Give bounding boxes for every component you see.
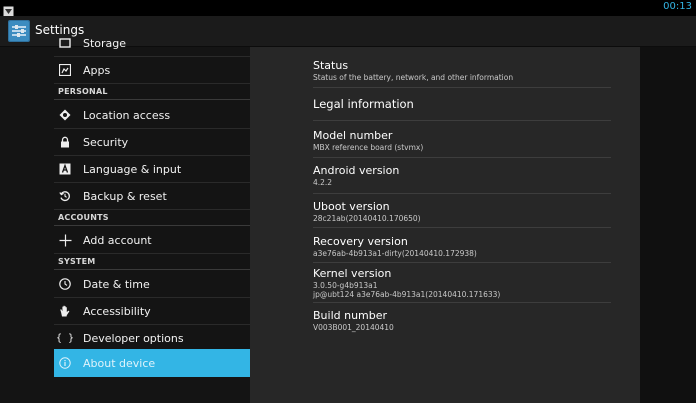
apps-icon [58,63,72,77]
backup-icon [58,189,72,203]
section-header-accounts: ACCOUNTS [54,210,250,226]
row-title: Model number [313,129,393,142]
sidebar-item-accessibility[interactable]: Accessibility [54,298,250,325]
sidebar-item-security[interactable]: Security [54,129,250,156]
row-summary: Status of the battery, network, and othe… [313,73,514,82]
row-summary: MBX reference board (stvmx) [313,143,424,152]
sidebar-item-label: Backup & reset [83,189,167,203]
about-row-model[interactable]: Model number MBX reference board (stvmx) [313,129,611,158]
sidebar-item-label: Storage [83,36,127,50]
sidebar-item-label: About device [83,356,156,370]
sidebar-item-label: Date & time [83,277,150,291]
about-row-status[interactable]: Status Status of the battery, network, a… [313,59,611,88]
row-summary: 4.2.2 [313,178,333,187]
settings-content: Storage Apps PERSONAL Location access Se… [0,37,696,403]
clock-icon [58,277,72,291]
row-title: Uboot version [313,200,390,213]
sidebar-item-label: Add account [83,233,152,247]
sidebar-item-label: Location access [83,108,171,122]
about-row-legal[interactable]: Legal information [313,97,611,121]
row-title: Status [313,59,349,72]
settings-app-icon[interactable] [8,20,30,42]
status-bar: 00:13 [0,0,696,17]
about-row-android[interactable]: Android version 4.2.2 [313,164,611,194]
sidebar-item-about-device[interactable]: About device [54,349,250,377]
row-title: Recovery version [313,235,408,248]
settings-sidebar[interactable]: Storage Apps PERSONAL Location access Se… [0,37,250,403]
storage-icon [58,36,72,50]
lock-icon [58,135,72,149]
status-clock: 00:13 [663,1,692,12]
braces-icon: { } [55,332,75,344]
sidebar-item-label: Security [83,135,129,149]
row-title: Build number [313,309,388,322]
about-row-build[interactable]: Build number V003B001_20140410 [313,309,611,337]
about-row-recovery[interactable]: Recovery version a3e76ab-4b913a1-dirty(2… [313,235,611,263]
plus-icon [58,233,72,247]
section-header-system: SYSTEM [54,254,250,270]
row-title: Kernel version [313,267,392,280]
row-summary: a3e76ab-4b913a1-dirty(20140410.172938) [313,249,477,258]
sidebar-item-language[interactable]: Language & input [54,156,250,183]
hand-icon [58,304,72,318]
location-icon [58,108,72,122]
row-summary: V003B001_20140410 [313,323,394,332]
sidebar-item-location[interactable]: Location access [54,102,250,129]
info-icon [58,356,72,370]
row-summary-line1: 3.0.50-g4b913a1 [313,281,378,290]
row-summary: 28c21ab(20140410.170650) [313,214,421,223]
keyboard-icon [58,162,72,176]
section-header-personal: PERSONAL [54,84,250,100]
about-row-uboot[interactable]: Uboot version 28c21ab(20140410.170650) [313,200,611,228]
sidebar-item-add-account[interactable]: Add account [54,227,250,254]
sidebar-item-label: Language & input [83,162,182,176]
sidebar-item-developer-options[interactable]: { } Developer options [54,325,250,352]
row-summary-line2: jp@ubt124 a3e76ab-4b913a1(20140410.17163… [313,290,501,299]
sidebar-item-label: Apps [83,63,111,77]
right-margin [640,47,696,403]
sidebar-item-label: Developer options [83,331,184,345]
sidebar-item-apps[interactable]: Apps [54,57,250,84]
sidebar-item-label: Accessibility [83,304,151,318]
about-row-kernel[interactable]: Kernel version 3.0.50-g4b913a1 jp@ubt124… [313,267,611,303]
sidebar-item-storage[interactable]: Storage [54,30,250,57]
android-notification-icon[interactable] [3,2,14,17]
sidebar-item-date-time[interactable]: Date & time [54,271,250,298]
sidebar-item-backup[interactable]: Backup & reset [54,183,250,210]
row-title: Legal information [313,97,414,111]
row-title: Android version [313,164,400,177]
